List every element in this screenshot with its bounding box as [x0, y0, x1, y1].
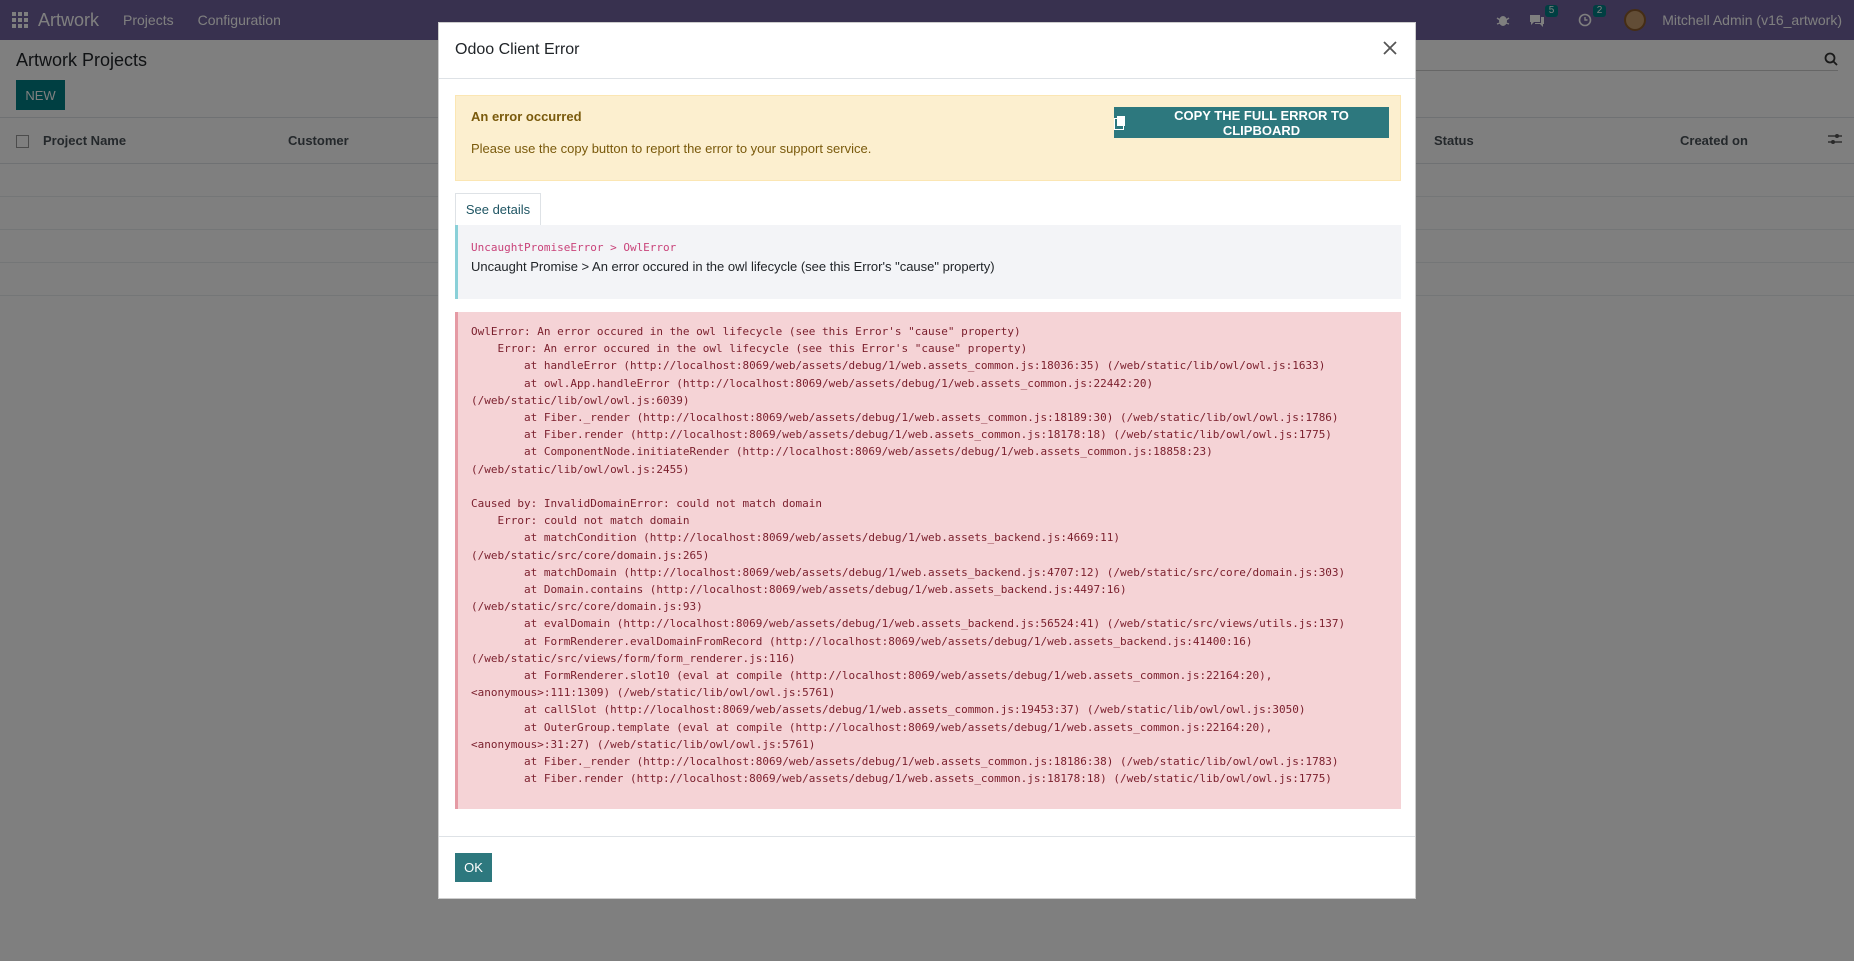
dialog-header: Odoo Client Error	[439, 23, 1415, 79]
ok-button[interactable]: OK	[455, 853, 492, 882]
error-alert: An error occurred Please use the copy bu…	[455, 95, 1401, 181]
clipboard-icon	[1114, 116, 1126, 130]
copy-error-button[interactable]: COPY THE FULL ERROR TO CLIPBOARD	[1114, 107, 1389, 138]
alert-text: Please use the copy button to report the…	[471, 141, 872, 156]
see-details-tab[interactable]: See details	[455, 193, 541, 225]
traceback-panel: OwlError: An error occured in the owl li…	[455, 312, 1401, 809]
error-summary: UncaughtPromiseError > OwlError Uncaught…	[455, 225, 1401, 299]
copy-error-label: COPY THE FULL ERROR TO CLIPBOARD	[1174, 107, 1349, 138]
traceback-text: OwlError: An error occured in the owl li…	[471, 325, 1346, 786]
error-message: Uncaught Promise > An error occured in t…	[471, 259, 995, 274]
error-chain: UncaughtPromiseError > OwlError	[471, 241, 677, 254]
error-dialog: Odoo Client Error An error occurred Plea…	[438, 22, 1416, 899]
alert-title: An error occurred	[471, 109, 582, 124]
close-icon[interactable]	[1379, 39, 1401, 61]
dialog-title: Odoo Client Error	[455, 41, 580, 58]
dialog-footer: OK	[439, 836, 1415, 898]
